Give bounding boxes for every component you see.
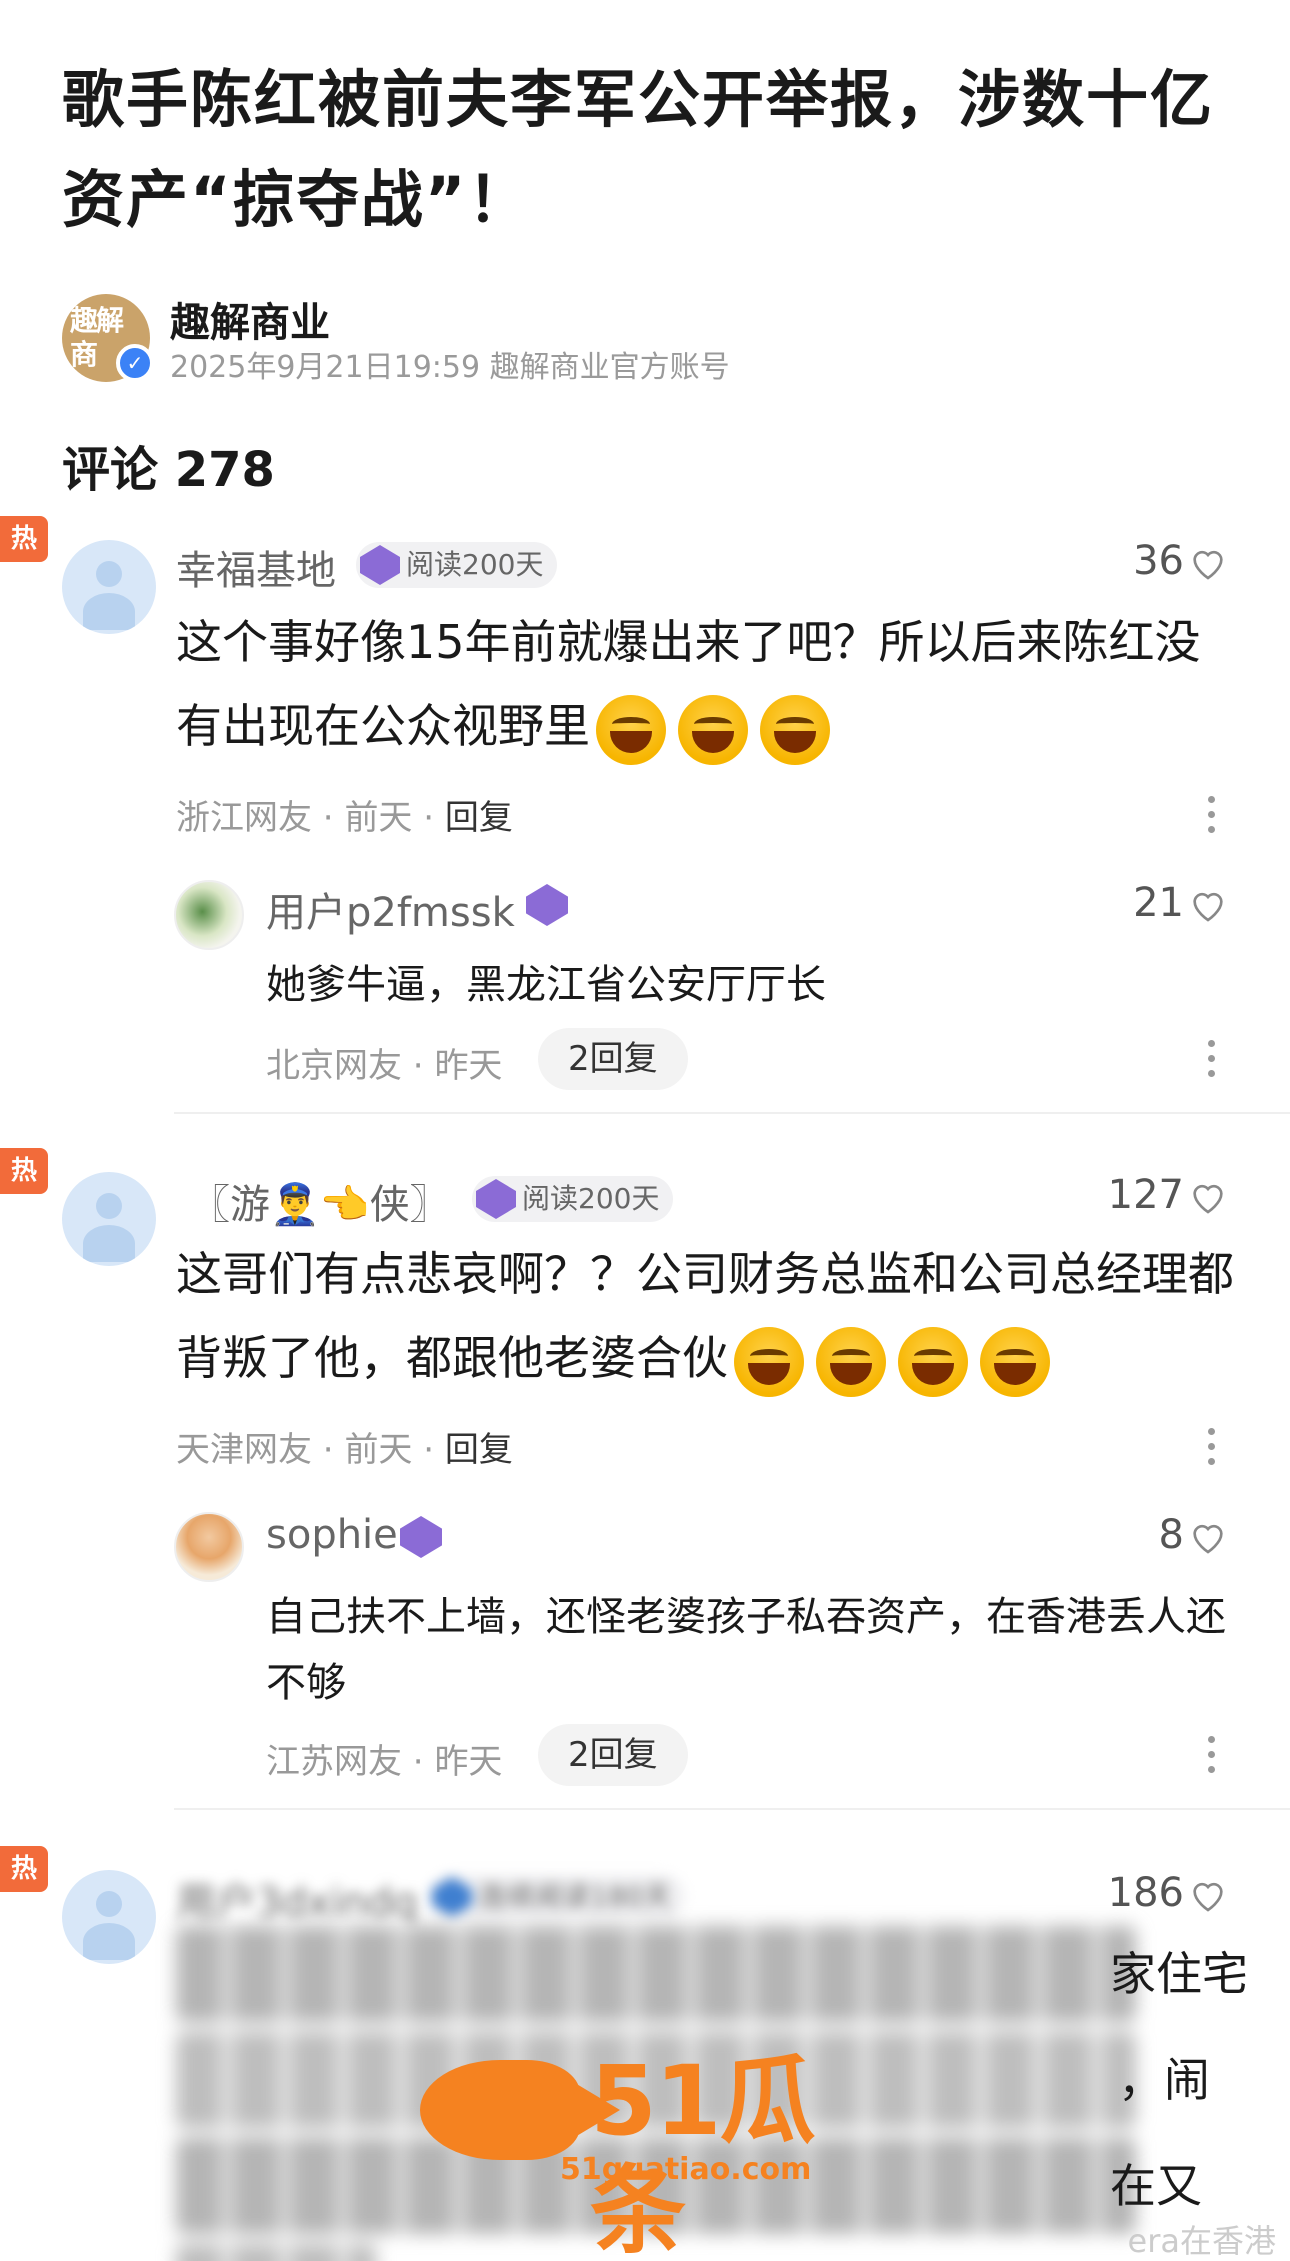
comment-text-fragment: ，闹 [1118,2053,1210,2107]
view-replies-button[interactable]: 2回复 [538,1028,688,1090]
more-options-icon[interactable] [1206,1036,1216,1082]
reading-badge: 阅读200天 [472,1176,674,1222]
verified-icon: ✓ [116,344,154,382]
gem-icon [476,1179,516,1219]
reply-button[interactable]: 回复 [445,798,513,838]
author-meta: 2025年9月21日19:59 趣解商业官方账号 [170,350,730,385]
article-title: 歌手陈红被前夫李军公开举报，涉数十亿资产“掠夺战”！ [62,63,1215,236]
watermark-logo: 51瓜条 51guatiao.com [420,2040,880,2261]
gem-icon [432,1877,472,1917]
like-button[interactable]: 36 [1133,538,1228,584]
hot-badge: 热 [0,1846,48,1892]
hot-badge: 热 [0,516,48,562]
reading-badge: 连续阅读180天 [428,1874,686,1920]
divider [174,1808,1290,1810]
laugh-emoji [734,1326,804,1397]
gem-icon [526,884,568,926]
gem-icon [360,545,400,585]
reading-badge: 阅读200天 [356,542,558,588]
user-avatar[interactable] [62,1870,156,1964]
comment-meta: 浙江网友 · 前天 · 回复 [176,798,513,838]
reply-avatar[interactable] [174,1512,244,1582]
like-button[interactable]: 8 [1159,1512,1228,1558]
laugh-emoji [980,1326,1050,1397]
reply-meta: 江苏网友 · 昨天 [266,1742,503,1782]
comment-text: 这个事好像15年前就爆出来了吧？所以后来陈红没有出现在公众视野里 [176,600,1236,768]
reply-avatar[interactable] [174,880,244,950]
comment-text: 这哥们有点悲哀啊？？公司财务总监和公司总经理都背叛了他，都跟他老婆合伙 [176,1232,1236,1400]
comment-meta: 天津网友 · 前天 · 回复 [176,1430,513,1470]
heart-icon [1193,1882,1223,1912]
heart-icon [1193,550,1223,580]
watermark-url: 51guatiao.com [560,2152,812,2187]
more-options-icon[interactable] [1206,1732,1216,1778]
laugh-emoji [596,694,666,765]
comment-username[interactable]: 用户3dxindq [176,1870,418,1928]
divider [174,1112,1290,1114]
gem-icon [400,1516,442,1558]
heart-icon [1193,892,1223,922]
comment-text-fragment: 家住宅 [1110,1947,1248,2001]
author-name[interactable]: 趣解商业 [170,290,330,348]
laugh-emoji [898,1326,968,1397]
heart-icon [1193,1184,1223,1214]
image-credit: era在香港 [1127,2222,1276,2260]
user-avatar[interactable] [62,540,156,634]
reply-button[interactable]: 回复 [445,1430,513,1470]
comment-username[interactable]: 幸福基地 [176,538,336,596]
like-button[interactable]: 21 [1133,880,1228,926]
user-avatar[interactable] [62,1172,156,1266]
reply-text: 她爹牛逼，黑龙江省公安厅厅长 [266,962,826,1008]
author-block[interactable]: 趣解商 ✓ 趣解商业 2025年9月21日19:59 趣解商业官方账号 [62,290,1162,385]
more-options-icon[interactable] [1206,792,1216,838]
reply-username[interactable]: 用户p2fmssk [266,880,515,938]
heart-icon [1193,1524,1223,1554]
laugh-emoji [816,1326,886,1397]
fish-logo-icon [420,2060,620,2160]
like-button[interactable]: 127 [1108,1172,1228,1218]
reply-text: 自己扶不上墙，还怪老婆孩子私吞资产，在香港丢人还不够 [266,1594,1226,1706]
view-replies-button[interactable]: 2回复 [538,1724,688,1786]
comments-count-header: 评论 278 [62,442,275,498]
reply-username[interactable]: sophie [266,1512,398,1558]
reply-meta: 北京网友 · 昨天 [266,1046,503,1086]
laugh-emoji [760,694,830,765]
comment-username[interactable]: 〖游👮‍♂️👈侠〗 [190,1172,450,1230]
laugh-emoji [678,694,748,765]
hot-badge: 热 [0,1148,48,1194]
like-button[interactable]: 186 [1108,1870,1228,1916]
more-options-icon[interactable] [1206,1424,1216,1470]
